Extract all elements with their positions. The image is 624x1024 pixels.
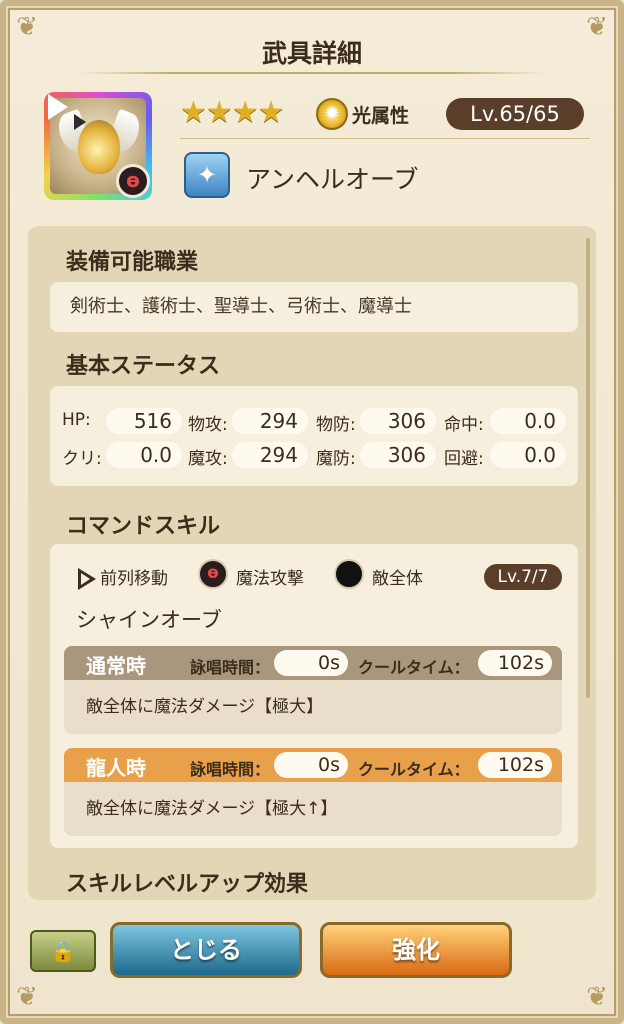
mode-description: 敵全体に魔法ダメージ【極大】 [86,697,324,717]
weapon-level-badge: Lv.65/65 [446,98,584,130]
weapon-portrait[interactable]: ɵ [44,92,152,200]
mode-header: 龍人時 詠唱時間： 0s クールタイム： 102s [64,748,562,782]
skill-levelup-heading: スキルレベルアップ効果 [66,872,309,897]
stat-value: 294 [232,442,308,468]
stat-value: 294 [232,408,308,434]
all-enemies-icon [334,559,364,589]
stat-value: 0.0 [490,408,566,434]
weapon-name: アンヘルオーブ [246,165,419,194]
detail-scroll-area[interactable]: 装備可能職業 剣術士、護術士、聖導士、弓術士、魔導士 基本ステータス HP: 5… [28,226,596,900]
stat-label: 命中: [444,415,484,435]
stat-label: クリ: [62,449,102,469]
cooltime-value: 102s [478,752,552,778]
cooltime-label: クールタイム： [358,760,470,779]
skill-name: シャインオーブ [76,608,222,632]
chant-time: 0s [274,752,348,778]
stat-label: 物攻: [188,415,228,435]
scrollbar[interactable] [586,238,590,698]
mode-name: 通常時 [86,654,146,678]
close-button[interactable]: とじる [110,922,302,978]
mode-name: 龍人時 [86,756,146,780]
skill-level-badge: Lv.7/7 [484,564,562,590]
stat-label: 魔攻: [188,449,228,469]
stat-label: 物防: [316,415,356,435]
corner-ornament-icon: ❦ [586,982,608,1012]
magic-attack-icon: ɵ [116,164,150,198]
stat-value: 0.0 [106,442,182,468]
front-move-icon [78,568,96,590]
chant-label: 詠唱時間： [190,760,271,779]
cooltime-value: 102s [478,650,552,676]
header-divider [180,138,590,139]
mode-header: 通常時 詠唱時間： 0s クールタイム： 102s [64,646,562,680]
skill-mode-normal: 通常時 詠唱時間： 0s クールタイム： 102s 敵全体に魔法ダメージ【極大】 [64,646,562,734]
stat-value: 516 [106,408,182,434]
rarity-stars: ★★★★ [180,95,285,130]
sparkle-icon: ✦ [184,152,230,198]
lock-button[interactable]: 🔒 [30,930,96,972]
stat-value: 306 [360,408,436,434]
command-skill-heading: コマンドスキル [66,514,221,539]
stats-panel: HP: 516 物攻: 294 物防: 306 命中: 0.0 クリ: 0.0 … [50,386,578,486]
page-title: 武具詳細 [261,39,362,68]
chant-label: 詠唱時間： [190,658,271,677]
stat-value: 0.0 [490,442,566,468]
chant-time: 0s [274,650,348,676]
stat-label: HP: [62,410,91,430]
attribute-label: 光属性 [352,105,410,127]
mode-description: 敵全体に魔法ダメージ【極大↑】 [86,799,338,819]
enhance-button[interactable]: 強化 [320,922,512,978]
stat-value: 306 [360,442,436,468]
title-divider [80,72,544,74]
skill-tag: 敵全体 [372,569,423,589]
cooltime-label: クールタイム： [358,658,470,677]
skill-tag: 前列移動 [100,569,168,589]
light-attribute-icon: ✹ [316,98,348,130]
jobs-heading: 装備可能職業 [66,250,199,275]
corner-ornament-icon: ❦ [16,982,38,1012]
skill-tag: 魔法攻撃 [236,569,304,589]
stats-heading: 基本ステータス [66,354,221,379]
magic-attack-icon: ɵ [198,559,228,589]
lock-icon: 🔒 [50,939,76,963]
skill-mode-dragon: 龍人時 詠唱時間： 0s クールタイム： 102s 敵全体に魔法ダメージ【極大↑… [64,748,562,836]
stat-label: 回避: [444,449,484,469]
jobs-list: 剣術士、護術士、聖導士、弓術士、魔導士 [50,282,578,332]
command-skill-panel: 前列移動 ɵ 魔法攻撃 敵全体 Lv.7/7 シャインオーブ 通常時 詠唱時間：… [50,544,578,848]
stat-label: 魔防: [316,449,356,469]
front-move-icon [48,94,86,130]
